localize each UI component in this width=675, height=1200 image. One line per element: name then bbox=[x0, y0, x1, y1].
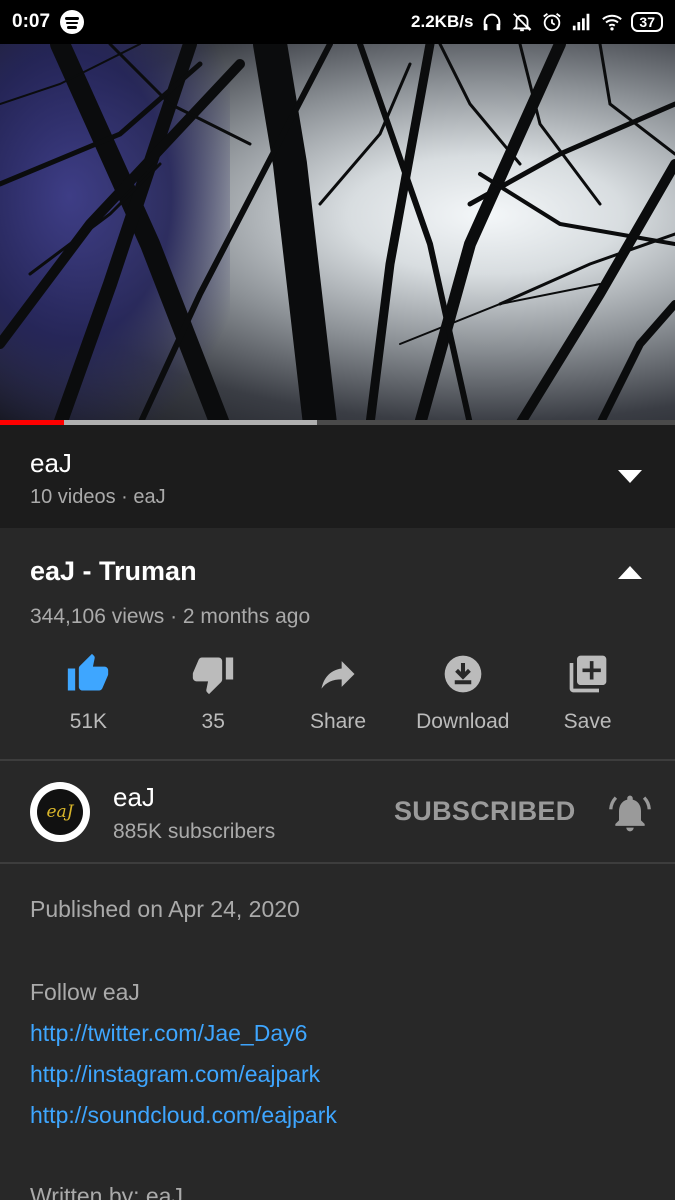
subscribed-button[interactable]: SUBSCRIBED bbox=[394, 796, 576, 827]
video-meta: 344,106 views · 2 months ago bbox=[30, 605, 311, 628]
signal-icon bbox=[573, 13, 590, 31]
download-icon bbox=[439, 650, 487, 698]
soundcloud-link[interactable]: http://soundcloud.com/eajpark bbox=[30, 1102, 337, 1129]
dislike-count: 35 bbox=[201, 710, 225, 733]
battery-icon: 37 bbox=[631, 12, 663, 32]
video-player[interactable] bbox=[0, 44, 675, 424]
thumbs-up-icon bbox=[64, 650, 112, 698]
playlist-title: eaJ bbox=[30, 448, 72, 478]
chevron-down-icon[interactable] bbox=[618, 470, 642, 483]
video-title[interactable]: eaJ - Truman bbox=[30, 556, 197, 587]
wifi-icon bbox=[602, 14, 623, 31]
share-label: Share bbox=[309, 710, 367, 733]
playlist-header[interactable]: eaJ 10 videos · eaJ bbox=[0, 425, 675, 528]
written-by: Written by: eaJ bbox=[30, 1183, 183, 1200]
save-button[interactable]: Save bbox=[525, 650, 650, 745]
video-frame-trees bbox=[0, 44, 675, 424]
share-icon bbox=[314, 650, 362, 698]
channel-avatar[interactable]: eaJ bbox=[30, 782, 90, 842]
status-bar: 0:07 2.2KB/s 37 bbox=[0, 0, 675, 44]
download-button[interactable]: Download bbox=[400, 650, 525, 745]
channel-subscriber-count: 885K subscribers bbox=[113, 820, 276, 843]
avatar-logo: eaJ bbox=[37, 789, 83, 835]
like-count: 51K bbox=[69, 710, 108, 733]
status-time: 0:07 bbox=[12, 11, 51, 32]
notification-bell-icon[interactable] bbox=[608, 791, 652, 835]
save-label: Save bbox=[563, 710, 612, 733]
divider bbox=[0, 759, 675, 761]
headphones-icon bbox=[484, 13, 501, 31]
alarm-icon bbox=[543, 13, 562, 32]
twitter-link[interactable]: http://twitter.com/Jae_Day6 bbox=[30, 1020, 307, 1047]
playlist-subtitle: 10 videos · eaJ bbox=[30, 486, 166, 508]
add-to-playlist-icon bbox=[564, 650, 612, 698]
published-date: Published on Apr 24, 2020 bbox=[30, 896, 300, 922]
action-bar: 51K 35 Share Download Save bbox=[26, 650, 650, 745]
bell-off-icon bbox=[512, 13, 532, 32]
chevron-up-icon[interactable] bbox=[618, 566, 642, 579]
instagram-link[interactable]: http://instagram.com/eajpark bbox=[30, 1061, 320, 1088]
divider bbox=[0, 862, 675, 864]
download-label: Download bbox=[416, 710, 510, 733]
spotify-icon bbox=[60, 10, 85, 34]
like-button[interactable]: 51K bbox=[26, 650, 151, 745]
channel-name[interactable]: eaJ bbox=[113, 782, 155, 813]
share-button[interactable]: Share bbox=[276, 650, 401, 745]
thumbs-down-icon bbox=[189, 650, 237, 698]
network-speed: 2.2KB/s bbox=[411, 12, 474, 31]
follow-text: Follow eaJ bbox=[30, 979, 140, 1005]
dislike-button[interactable]: 35 bbox=[151, 650, 276, 745]
